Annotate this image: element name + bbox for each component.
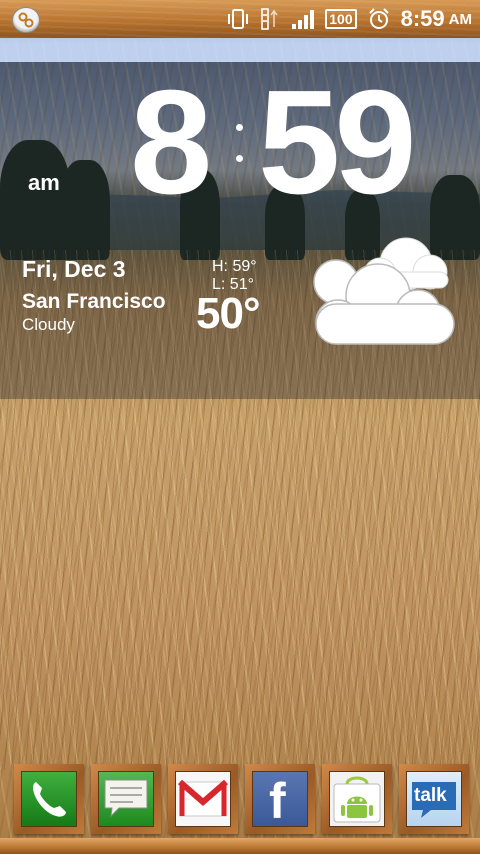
facebook-glyph: f — [269, 773, 286, 829]
talk-icon: talk — [406, 771, 462, 827]
dock-rail — [0, 838, 480, 854]
signal-icon — [291, 8, 315, 30]
vibrate-icon — [227, 8, 249, 30]
alarm-icon — [367, 7, 391, 31]
status-bar[interactable]: 100 8:59 AM — [0, 0, 480, 38]
notification-icon[interactable] — [12, 7, 40, 33]
weather-condition: Cloudy — [22, 315, 75, 334]
clock-minute: 59 — [258, 60, 417, 225]
dock-app-talk[interactable]: talk — [399, 764, 469, 834]
dock-app-gmail[interactable] — [168, 764, 238, 834]
weather-city: San Francisco — [22, 290, 166, 313]
dock-app-messaging[interactable] — [91, 764, 161, 834]
facebook-icon: f — [252, 771, 308, 829]
dock-app-phone[interactable] — [14, 764, 84, 834]
data-sync-icon — [259, 7, 281, 31]
status-ampm: AM — [448, 10, 472, 28]
phone-icon — [21, 771, 77, 827]
dock-app-facebook[interactable]: f — [245, 764, 315, 834]
weather-temp: 50° — [196, 289, 261, 338]
dock-app-market[interactable] — [322, 764, 392, 834]
battery-icon: 100 — [325, 9, 357, 29]
clock-ampm: am — [28, 170, 60, 195]
clock-hour: 8 — [130, 60, 212, 225]
gmail-icon — [175, 771, 231, 827]
messaging-icon — [98, 771, 154, 827]
app-dock: f talk — [0, 760, 480, 854]
weather-date: Fri, Dec 3 — [22, 256, 126, 282]
talk-glyph: talk — [414, 785, 447, 806]
widget-top-strip — [0, 38, 480, 62]
cloud-icon — [308, 234, 458, 354]
status-time: 8:59 — [400, 6, 445, 31]
android-market-icon — [329, 771, 385, 827]
clock-colon — [236, 124, 243, 164]
weather-high: H: 59° — [212, 258, 257, 275]
clock-weather-widget[interactable]: 8 59 am Fri, Dec 3 San Francisco Cloudy … — [0, 62, 480, 399]
